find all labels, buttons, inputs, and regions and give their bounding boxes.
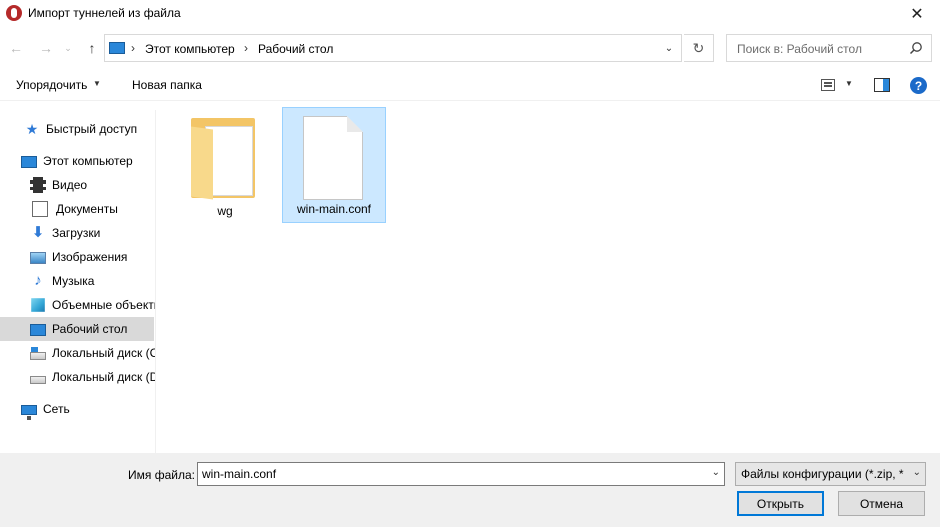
filename-value[interactable]: win-main.conf [202, 467, 276, 481]
sidebar-item-quick-access[interactable]: ★ Быстрый доступ [0, 117, 155, 141]
sidebar-item-label: Локальный диск (D:) [52, 370, 156, 384]
command-toolbar: Упорядочить ▼ Новая папка ▼ ? [0, 70, 940, 101]
organize-button[interactable]: Упорядочить [16, 78, 87, 92]
sidebar-item-label: Объемные объекты [52, 298, 156, 312]
refresh-button[interactable]: ↻ [684, 34, 714, 62]
computer-icon [109, 42, 125, 54]
filetype-select[interactable]: Файлы конфигурации (*.zip, * ⌄ [735, 462, 926, 486]
breadcrumb-separator[interactable]: › [244, 41, 248, 55]
help-icon[interactable]: ? [910, 77, 927, 94]
sidebar-item-label: Сеть [43, 402, 70, 416]
sidebar-item-label: Загрузки [52, 226, 101, 240]
new-folder-button[interactable]: Новая папка [132, 78, 202, 92]
music-icon: ♪ [34, 272, 42, 289]
downloads-icon: ⬇ [31, 224, 45, 241]
forward-button[interactable]: → [36, 37, 56, 59]
filename-input[interactable]: win-main.conf ⌄ [197, 462, 725, 486]
sidebar-item-label: Этот компьютер [43, 154, 133, 168]
chevron-down-icon[interactable]: ▼ [93, 79, 101, 88]
sidebar-item-drive-d[interactable]: Локальный диск (D:) [0, 365, 156, 389]
back-button[interactable]: ← [6, 37, 26, 59]
chevron-down-icon[interactable]: ▼ [845, 79, 853, 88]
sidebar-item-network[interactable]: Сеть [0, 397, 155, 421]
sidebar-item-label: Видео [52, 178, 88, 192]
navigation-bar: ← → ⌄ ↑ › Этот компьютер › Рабочий стол … [0, 33, 940, 63]
3d-objects-icon [31, 298, 45, 312]
search-placeholder: Поиск в: Рабочий стол [737, 42, 862, 56]
sidebar-item-desktop[interactable]: Рабочий стол [0, 317, 154, 341]
drive-d-icon [30, 376, 46, 384]
folder-icon [191, 118, 257, 200]
address-bar[interactable]: › Этот компьютер › Рабочий стол ⌄ [104, 34, 682, 62]
sidebar-item-label: Рабочий стол [52, 322, 128, 336]
sidebar-item-music[interactable]: ♪ Музыка [0, 269, 155, 293]
filename-label: Имя файла: [128, 468, 195, 482]
search-icon[interactable] [909, 41, 923, 55]
sidebar-item-label: Музыка [52, 274, 95, 288]
sidebar-item-label: Быстрый доступ [46, 122, 138, 136]
app-icon [6, 5, 22, 21]
close-button[interactable]: ✕ [894, 0, 940, 28]
breadcrumb-this-pc[interactable]: Этот компьютер [145, 42, 235, 56]
breadcrumb-desktop[interactable]: Рабочий стол [258, 42, 333, 56]
network-icon [21, 405, 37, 420]
pictures-icon [30, 252, 46, 264]
documents-icon [32, 201, 48, 217]
recent-locations-button[interactable]: ⌄ [61, 37, 75, 59]
window-title: Импорт туннелей из файла [28, 6, 181, 20]
sidebar-item-videos[interactable]: Видео [0, 173, 155, 197]
video-icon [30, 177, 46, 193]
search-input[interactable]: Поиск в: Рабочий стол [726, 34, 932, 62]
view-options-icon[interactable] [821, 79, 835, 91]
breadcrumb-separator[interactable]: › [131, 41, 135, 55]
address-dropdown-button[interactable]: ⌄ [657, 35, 681, 61]
chevron-down-icon[interactable]: ⌄ [913, 467, 921, 478]
desktop-icon [30, 324, 46, 336]
sidebar-item-label: Документы [56, 202, 118, 216]
sidebar-item-this-pc[interactable]: Этот компьютер [0, 149, 155, 173]
file-item-label: wg [217, 204, 233, 218]
dialog-footer: Имя файла: win-main.conf ⌄ Файлы конфигу… [0, 453, 940, 527]
filetype-value: Файлы конфигурации (*.zip, * [741, 467, 904, 481]
preview-pane-icon[interactable] [874, 78, 890, 92]
drive-c-icon [30, 347, 46, 360]
up-button[interactable]: ↑ [82, 37, 102, 59]
sidebar-item-drive-c[interactable]: Локальный диск (C:) [0, 341, 156, 365]
sidebar-item-label: Локальный диск (C:) [52, 346, 156, 360]
file-item-selected[interactable]: win-main.conf [282, 107, 386, 223]
chevron-down-icon[interactable]: ⌄ [712, 467, 720, 478]
file-list-area[interactable]: wg win-main.conf [157, 102, 940, 453]
sidebar-item-pictures[interactable]: Изображения [0, 245, 155, 269]
sidebar-item-label: Изображения [52, 250, 128, 264]
sidebar-item-3d-objects[interactable]: Объемные объекты [0, 293, 156, 317]
file-item-folder[interactable]: wg [173, 108, 277, 224]
sidebar-item-documents[interactable]: Документы [0, 197, 155, 221]
cancel-button[interactable]: Отмена [838, 491, 925, 516]
navigation-pane: ★ Быстрый доступ Этот компьютер Видео До… [0, 110, 156, 453]
open-button[interactable]: Открыть [737, 491, 824, 516]
file-icon [303, 116, 363, 200]
star-icon: ★ [25, 121, 39, 137]
sidebar-item-downloads[interactable]: ⬇ Загрузки [0, 221, 155, 245]
computer-icon [21, 156, 37, 168]
file-item-label: win-main.conf [296, 202, 372, 216]
title-bar: Импорт туннелей из файла ✕ [0, 0, 940, 28]
